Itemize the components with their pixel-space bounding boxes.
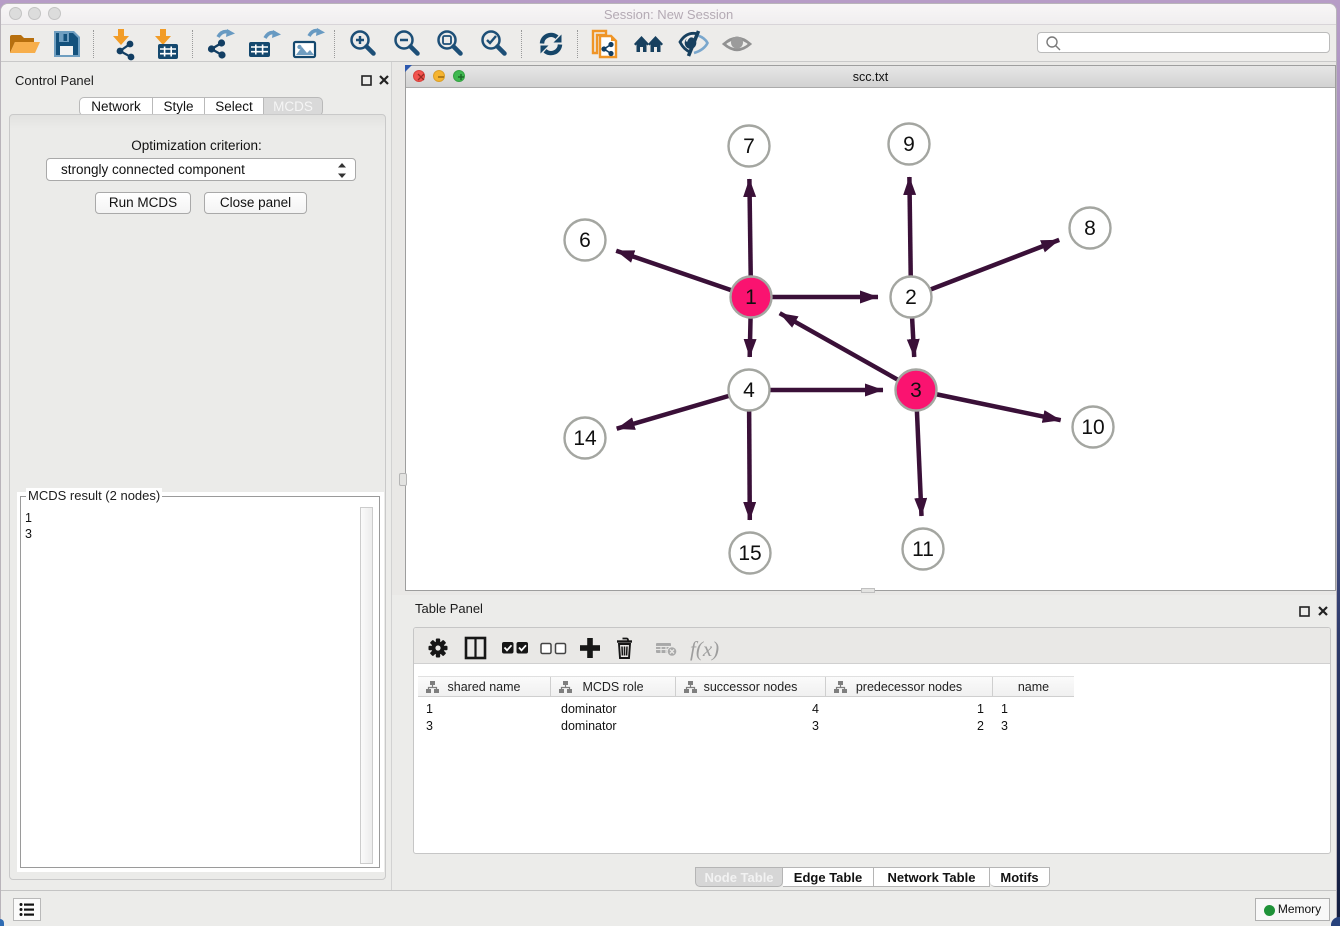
svg-text:8: 8 <box>1084 217 1096 240</box>
svg-text:1: 1 <box>745 286 757 309</box>
svg-text:f(x): f(x) <box>690 637 719 661</box>
svg-text:11: 11 <box>912 538 934 561</box>
svg-text:4: 4 <box>743 379 755 402</box>
svg-text:14: 14 <box>573 427 597 450</box>
svg-text:7: 7 <box>743 135 755 158</box>
svg-text:3: 3 <box>910 379 922 402</box>
svg-text:10: 10 <box>1081 416 1104 439</box>
svg-text:2: 2 <box>905 286 917 309</box>
svg-text:15: 15 <box>738 542 761 565</box>
svg-text:9: 9 <box>903 133 915 156</box>
svg-text:6: 6 <box>579 229 591 252</box>
